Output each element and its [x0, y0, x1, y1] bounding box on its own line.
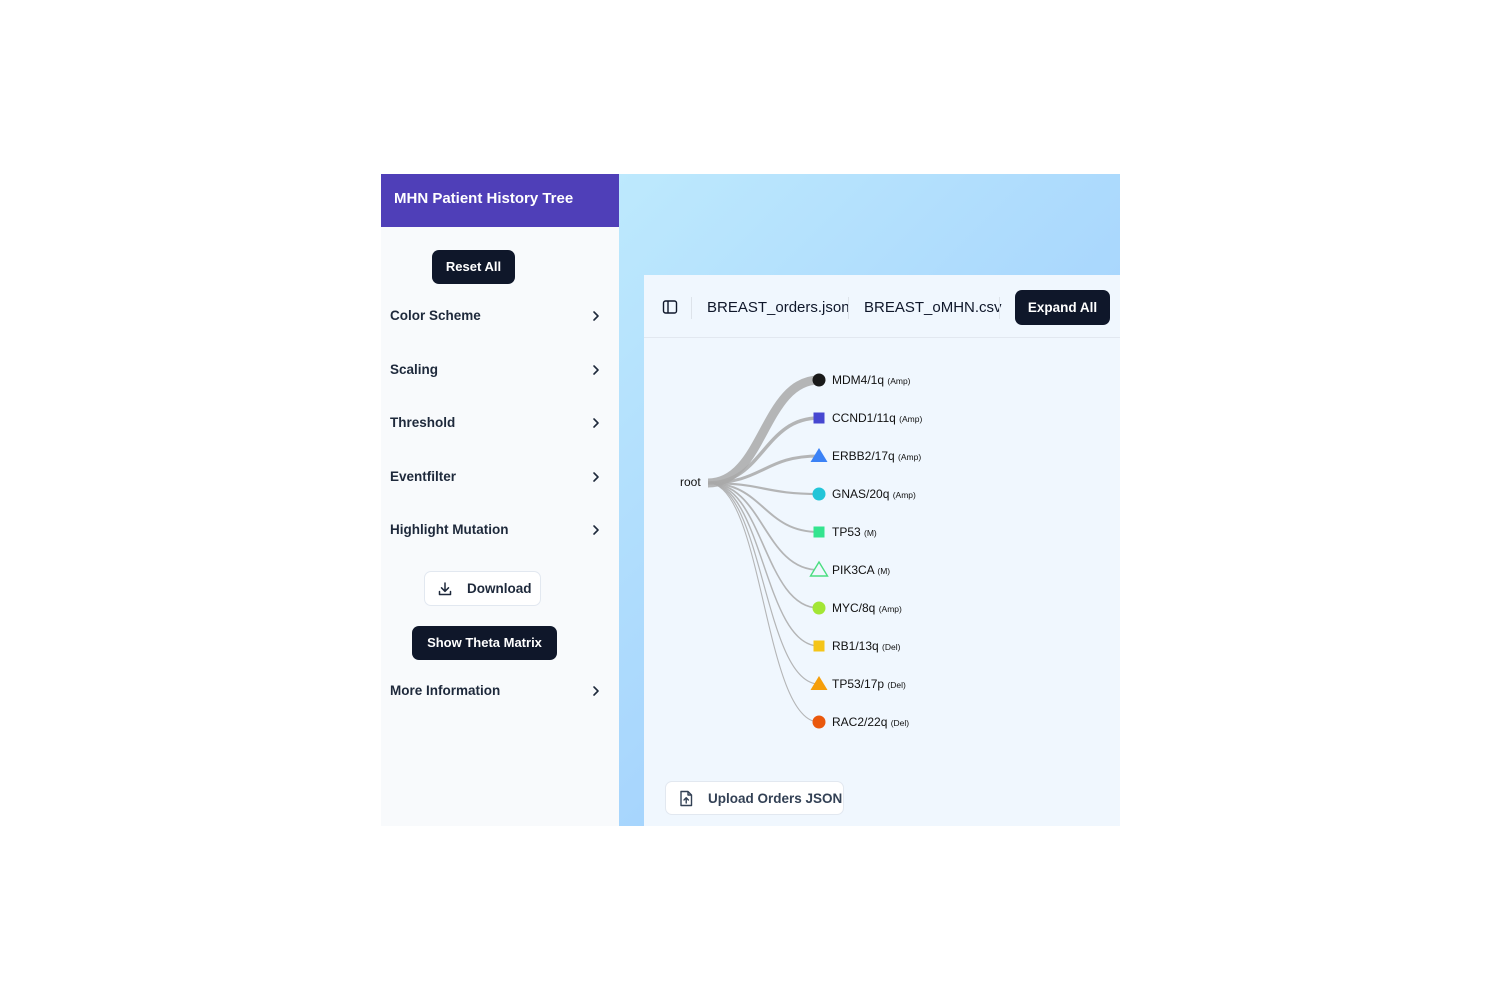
tree-link — [707, 375, 820, 488]
accordion-more-information[interactable]: More Information — [381, 676, 619, 706]
tree-links — [707, 375, 820, 723]
tree-node[interactable]: RAC2/22q (Del) — [812, 715, 910, 729]
node-label: MYC/8q (Amp) — [832, 601, 902, 615]
app-window: MHN Patient History Tree Reset All Color… — [381, 174, 1120, 826]
node-label: GNAS/20q (Amp) — [832, 487, 916, 501]
accordion-highlight-mutation[interactable]: Highlight Mutation — [381, 515, 619, 545]
history-tree: MDM4/1q (Amp) CCND1/11q (Amp) ERBB2/17q (A… — [680, 373, 923, 729]
file-upload-icon — [680, 790, 693, 807]
accordion-eventfilter[interactable]: Eventfilter — [381, 462, 619, 492]
show-theta-matrix-button[interactable]: Show Theta Matrix — [412, 626, 557, 660]
tree-node[interactable]: GNAS/20q (Amp) — [812, 487, 917, 501]
node-event-type: (Amp) — [879, 604, 902, 614]
accordion-label: Scaling — [390, 362, 439, 377]
download-label: Download — [467, 581, 532, 596]
node-label: TP53/17p (Del) — [832, 677, 906, 691]
tree-link — [707, 482, 820, 609]
accordion-scaling[interactable]: Scaling — [381, 355, 619, 385]
node-event-type: (Amp) — [898, 452, 921, 462]
node-event-type: (Amp) — [893, 490, 916, 500]
accordion-threshold[interactable]: Threshold — [381, 408, 619, 438]
tree-node[interactable]: MYC/8q (Amp) — [812, 601, 902, 615]
chevron-right-icon — [593, 311, 599, 321]
node-marker[interactable] — [812, 715, 826, 729]
root-label: root — [680, 475, 701, 489]
tree-nodes: MDM4/1q (Amp) CCND1/11q (Amp) ERBB2/17q (A… — [809, 373, 923, 729]
chevron-right-icon — [593, 686, 599, 696]
sidebar-toggle-icon[interactable] — [662, 299, 678, 315]
tree-link — [707, 482, 820, 723]
node-label: PIK3CA (M) — [832, 563, 890, 577]
node-label: RB1/13q (Del) — [832, 639, 901, 653]
node-label: CCND1/11q (Amp) — [832, 411, 922, 425]
node-label: MDM4/1q (Amp) — [832, 373, 911, 387]
node-event-type: (Del) — [882, 642, 901, 652]
accordion-label: Eventfilter — [390, 469, 457, 484]
node-marker[interactable] — [812, 487, 826, 501]
main-area: BREAST_orders.json BREAST_oMHN.csv Expan… — [619, 174, 1120, 826]
tree-panel: BREAST_orders.json BREAST_oMHN.csv Expan… — [644, 275, 1120, 826]
node-label: RAC2/22q (Del) — [832, 715, 909, 729]
node-marker[interactable] — [812, 373, 826, 387]
tree-node[interactable]: PIK3CA (M) — [809, 560, 891, 577]
upload-orders-json-button[interactable]: Upload Orders JSON — [665, 781, 844, 815]
expand-all-button[interactable]: Expand All — [1015, 290, 1110, 325]
accordion-color-scheme[interactable]: Color Scheme — [381, 301, 619, 331]
download-icon — [438, 582, 452, 596]
node-marker[interactable] — [813, 412, 825, 424]
toolbar: BREAST_orders.json BREAST_oMHN.csv Expan… — [644, 275, 1120, 338]
chevron-right-icon — [593, 418, 599, 428]
accordion-label: Color Scheme — [390, 308, 481, 323]
node-marker[interactable] — [812, 601, 826, 615]
tree-link — [707, 482, 820, 685]
node-event-type: (M) — [864, 528, 877, 538]
node-event-type: (Del) — [891, 718, 910, 728]
node-event-type: (M) — [877, 566, 890, 576]
node-label: ERBB2/17q (Amp) — [832, 449, 921, 463]
chevron-right-icon — [593, 365, 599, 375]
accordion-label: Highlight Mutation — [390, 522, 509, 537]
tree-node[interactable]: MDM4/1q (Amp) — [812, 373, 911, 387]
toolbar-divider — [848, 297, 849, 319]
tree-node[interactable]: RB1/13q (Del) — [813, 639, 901, 653]
omhn-file-name[interactable]: BREAST_oMHN.csv — [864, 299, 1002, 316]
sidebar-title: MHN Patient History Tree — [381, 174, 619, 227]
upload-label: Upload Orders JSON — [708, 791, 843, 806]
download-button[interactable]: Download — [424, 571, 541, 606]
toolbar-divider — [999, 297, 1000, 319]
chevron-right-icon — [593, 472, 599, 482]
tree-node[interactable]: ERBB2/17q (Amp) — [810, 448, 922, 463]
tree-node[interactable]: TP53 (M) — [813, 525, 877, 539]
tree-node[interactable]: TP53/17p (Del) — [810, 676, 906, 691]
sidebar: MHN Patient History Tree Reset All Color… — [381, 174, 619, 826]
node-event-type: (Amp) — [887, 376, 910, 386]
node-event-type: (Del) — [887, 680, 906, 690]
accordion-label: More Information — [390, 683, 501, 698]
reset-all-button[interactable]: Reset All — [432, 250, 515, 284]
node-marker[interactable] — [813, 526, 825, 538]
tree-node[interactable]: CCND1/11q (Amp) — [813, 411, 923, 425]
tree-link — [707, 482, 820, 571]
node-marker[interactable] — [813, 640, 825, 652]
node-label: TP53 (M) — [832, 525, 877, 539]
node-event-type: (Amp) — [899, 414, 922, 424]
accordion-label: Threshold — [390, 415, 456, 430]
chevron-right-icon — [593, 525, 599, 535]
orders-file-name[interactable]: BREAST_orders.json — [707, 299, 850, 316]
toolbar-divider — [691, 297, 692, 319]
